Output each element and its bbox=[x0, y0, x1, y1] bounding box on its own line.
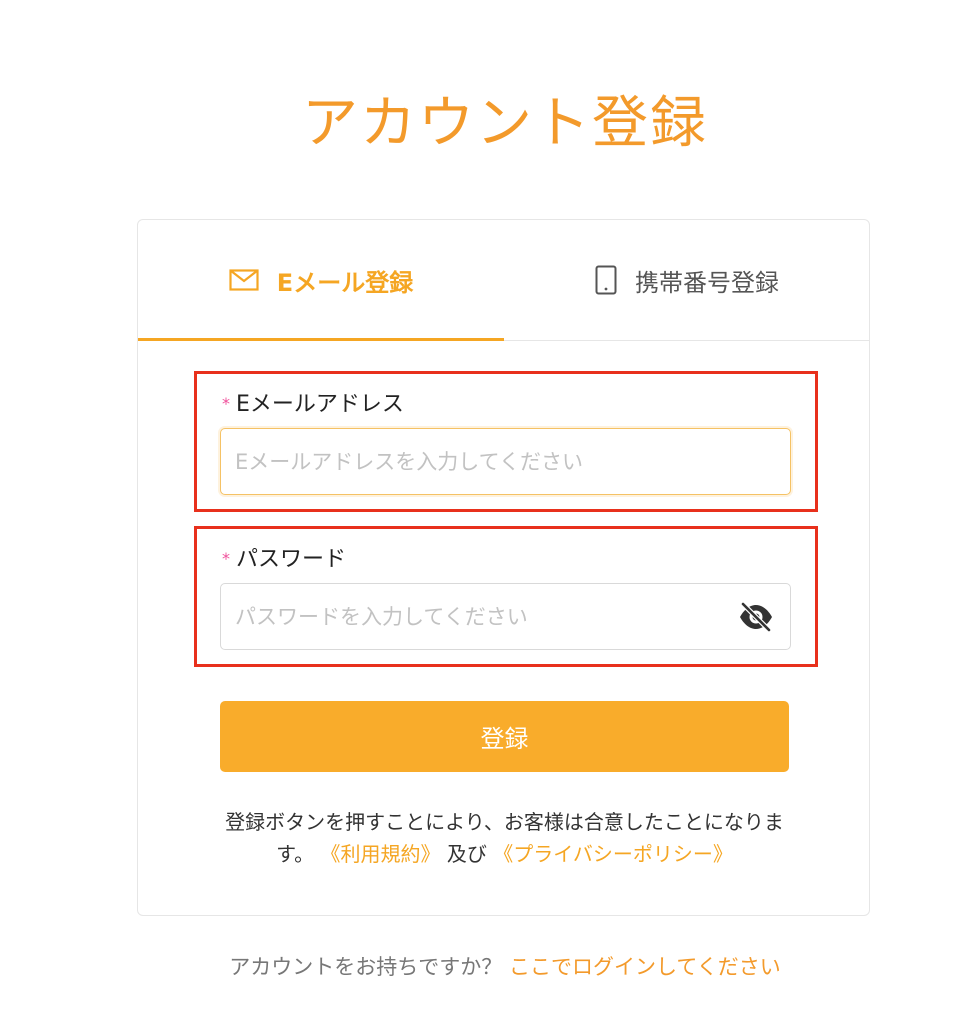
registration-page: アカウント登録 Eメール登録 携帯番号登録 * Eメールアドレス Eメールアドレ… bbox=[0, 0, 973, 1024]
email-input[interactable] bbox=[221, 429, 790, 494]
email-label: * Eメールアドレス bbox=[222, 386, 404, 418]
agreement-joiner: 及び bbox=[446, 842, 487, 866]
eye-off-icon[interactable] bbox=[738, 601, 774, 633]
registration-tabs: Eメール登録 携帯番号登録 bbox=[138, 220, 869, 341]
registration-card: Eメール登録 携帯番号登録 * Eメールアドレス Eメールアドレスを入力してくだ… bbox=[137, 219, 870, 916]
password-input-wrapper bbox=[220, 583, 791, 650]
register-button[interactable]: 登録 bbox=[220, 701, 789, 772]
tab-email-label: Eメール登録 bbox=[276, 268, 414, 297]
agreement-text: 登録ボタンを押すことにより、お客様は合意したことになります。 《利用規約》 及び… bbox=[220, 806, 789, 870]
terms-link[interactable]: 《利用規約》 bbox=[321, 842, 441, 866]
tab-email-registration[interactable]: Eメール登録 bbox=[138, 220, 504, 341]
tab-phone-registration[interactable]: 携帯番号登録 bbox=[504, 220, 870, 340]
login-prompt: アカウントをお持ちですか？ ここでログインしてください bbox=[0, 951, 973, 981]
password-field-group: * パスワード bbox=[194, 526, 818, 667]
required-mark: * bbox=[222, 394, 230, 413]
password-input[interactable] bbox=[221, 584, 790, 649]
email-field-group: * Eメールアドレス bbox=[194, 371, 818, 512]
phone-icon bbox=[595, 265, 617, 295]
email-input-wrapper bbox=[220, 428, 791, 495]
login-link[interactable]: ここでログインしてください bbox=[509, 955, 781, 979]
tab-phone-label: 携帯番号登録 bbox=[635, 268, 779, 297]
login-prompt-text: アカウントをお持ちですか？ bbox=[229, 955, 503, 979]
required-mark: * bbox=[222, 549, 230, 568]
email-label-text: Eメールアドレス bbox=[236, 392, 404, 417]
mail-icon bbox=[229, 269, 259, 291]
password-label-text: パスワード bbox=[236, 547, 347, 572]
page-title: アカウント登録 bbox=[302, 91, 708, 156]
privacy-policy-link[interactable]: 《プライバシーポリシー》 bbox=[493, 842, 733, 866]
password-label: * パスワード bbox=[222, 541, 346, 573]
